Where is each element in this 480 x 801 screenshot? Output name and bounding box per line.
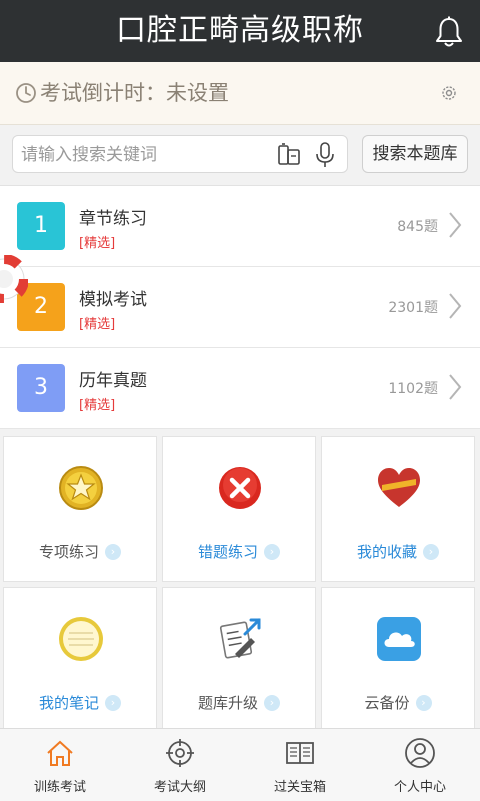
item-question-count: 845题 [397, 219, 438, 235]
feature-tile-text: 云备份 [364, 694, 410, 712]
countdown-text: 考试倒计时：未设置 [40, 81, 229, 105]
item-number-badge: 3 [17, 364, 65, 412]
tab-item[interactable]: 过关宝箱 [240, 729, 360, 801]
list-item[interactable]: 1 章节练习 [精选] 845题 [0, 186, 480, 267]
cloud-backup-icon [377, 617, 421, 661]
bottom-tab-bar: 训练考试 考试大纲 过关宝箱 个人中心 [0, 728, 480, 801]
feature-tile-text: 我的笔记 [38, 694, 99, 712]
page-title: 口腔正畸高级职称 [116, 13, 364, 48]
list-item[interactable]: 3 历年真题 [精选] 1102题 [0, 348, 480, 429]
feature-tile-text: 错题练习 [197, 543, 258, 561]
tab-item[interactable]: 考试大纲 [120, 729, 240, 801]
feature-tile[interactable]: 题库升级 › [162, 587, 316, 733]
arrow-right-icon: › [423, 543, 439, 560]
tab-label: 个人中心 [393, 780, 446, 795]
star-medal-icon [59, 466, 103, 510]
feature-tile-label: 我的收藏 › [322, 541, 474, 562]
item-featured-tag: [精选] [79, 317, 116, 332]
feature-tile[interactable]: 我的笔记 › [3, 587, 157, 733]
arrow-right-icon: › [415, 694, 432, 711]
feature-tile-label: 错题练习 › [163, 541, 315, 562]
feature-tile[interactable]: 专项练习 › [3, 436, 157, 582]
arrow-right-icon: › [105, 694, 121, 711]
feature-tile-text: 题库升级 [197, 694, 258, 712]
exam-countdown-bar[interactable]: 考试倒计时：未设置 [0, 62, 480, 125]
scan-icon[interactable] [277, 142, 301, 168]
wrong-answer-icon [219, 467, 261, 509]
item-title: 模拟考试 [79, 290, 147, 310]
feature-tile-text: 专项练习 [38, 543, 99, 561]
heart-favorite-icon [378, 468, 420, 507]
feature-tile-label: 专项练习 › [4, 541, 156, 562]
item-question-count: 1102题 [388, 381, 438, 397]
microphone-icon[interactable] [315, 142, 335, 168]
tab-label: 过关宝箱 [273, 780, 326, 795]
list-item[interactable]: 2 模拟考试 [精选] 2301题 [0, 267, 480, 348]
feature-tile-label: 云备份 › [322, 692, 474, 713]
feature-grid: 专项练习 › 错题练习 › 我的收藏 › 我的笔记 › 题库升级 › 云备份 › [0, 428, 480, 733]
feature-tile-text: 我的收藏 [356, 543, 417, 561]
user-icon [405, 738, 435, 768]
lifebuoy-icon[interactable] [0, 255, 28, 303]
notebook-icon [59, 617, 103, 661]
item-featured-tag: [精选] [79, 236, 116, 251]
bell-icon[interactable] [434, 16, 464, 48]
arrow-right-icon: › [264, 543, 280, 560]
gear-icon[interactable] [440, 84, 458, 102]
timer-icon [16, 83, 36, 103]
search-box [12, 135, 348, 173]
chevron-right-icon [449, 293, 462, 319]
app-header: 口腔正畸高级职称 [0, 0, 480, 62]
item-title: 历年真题 [79, 371, 147, 391]
arrow-right-icon: › [105, 543, 121, 560]
chevron-right-icon [449, 212, 462, 238]
upgrade-checklist-icon [219, 618, 261, 659]
tab-label: 考试大纲 [153, 780, 206, 795]
item-featured-tag: [精选] [79, 398, 116, 413]
book-icon [286, 742, 314, 764]
feature-tile-label: 我的笔记 › [4, 692, 156, 713]
tab-label: 训练考试 [33, 780, 86, 795]
chevron-right-icon [449, 374, 462, 400]
feature-tile[interactable]: 云备份 › [321, 587, 475, 733]
tab-item[interactable]: 个人中心 [360, 729, 480, 801]
feature-tile[interactable]: 我的收藏 › [321, 436, 475, 582]
home-icon [47, 740, 73, 766]
feature-tile[interactable]: 错题练习 › [162, 436, 316, 582]
search-question-bank-button[interactable]: 搜索本题库 [362, 135, 468, 173]
practice-list: 1 章节练习 [精选] 845题 2 模拟考试 [精选] 2301题 3 历年真题 [精选] 1102… [0, 186, 480, 429]
target-icon [166, 739, 194, 767]
tab-item[interactable]: 训练考试 [0, 729, 120, 801]
feature-tile-label: 题库升级 › [163, 692, 315, 713]
item-question-count: 2301题 [388, 300, 438, 316]
arrow-right-icon: › [264, 694, 280, 711]
search-input[interactable] [19, 140, 273, 170]
item-number-badge: 1 [17, 202, 65, 250]
search-row: 搜索本题库 [0, 125, 480, 186]
item-title: 章节练习 [79, 209, 147, 229]
